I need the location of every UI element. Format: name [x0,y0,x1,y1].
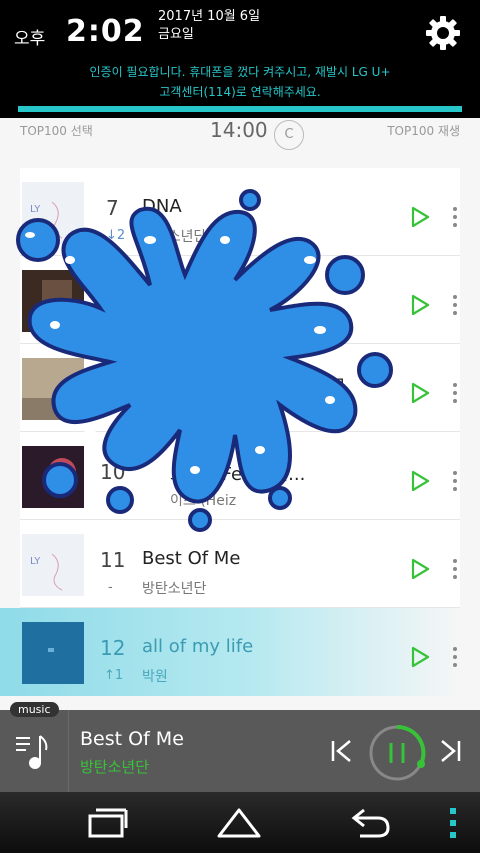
track-title: Best Of Me [142,548,241,569]
now-playing-artist: 방탄소년단 [80,758,150,776]
rank-change: - [108,580,113,595]
system-navigation-bar [0,792,480,853]
pause-icon[interactable] [368,724,426,782]
more-icon[interactable] [452,470,458,492]
previous-icon[interactable] [330,738,354,764]
more-icon[interactable] [452,646,458,668]
more-icon[interactable] [452,206,458,228]
notice-bar [18,106,462,112]
track-artist: 박원 [142,669,168,685]
mini-player[interactable]: music Best Of Me 방탄소년단 [0,702,480,792]
play-icon[interactable] [410,558,430,580]
track-artist: 방탄소년단 [142,581,207,597]
next-icon[interactable] [438,738,462,764]
water-splash-overlay [16,189,393,532]
play-icon[interactable] [410,470,430,492]
svg-text:LY: LY [30,556,41,567]
auth-message-line: 인증이 필요합니다. 휴대폰을 껐다 켜주시고, 재발시 LG U+ [89,65,391,79]
gear-icon[interactable] [424,14,462,52]
play-icon[interactable] [410,646,430,668]
clock-ampm: 오후 [14,29,46,49]
album-art [22,622,84,684]
chart-header: TOP100 선택 14:00 C TOP100 재생 [0,118,480,150]
home-icon[interactable] [216,804,262,840]
now-playing-title: Best Of Me [80,728,184,750]
date-line: 2017년 10월 6일 [158,9,261,24]
divider [68,710,69,792]
play-icon[interactable] [410,294,430,316]
music-note-icon[interactable] [14,732,54,772]
more-icon[interactable] [452,382,458,404]
clock-date: 2017년 10월 6일 금요일 [158,8,260,44]
auth-notice-overlay: 오후 2:02 2017년 10월 6일 금요일 인증이 필요합니다. 휴대폰을… [0,0,480,118]
more-icon[interactable] [452,558,458,580]
track-rank: 12 [100,636,126,660]
screen: 오후 2:02 2017년 10월 6일 금요일 인증이 필요합니다. 휴대폰을… [0,0,480,853]
back-icon[interactable] [350,806,392,840]
auth-message-line: 고객센터(114)로 연락해주세요. [159,85,321,99]
weekday-line: 금요일 [158,27,194,42]
play-icon[interactable] [410,206,430,228]
rank-change: ↑1 [104,668,124,683]
music-tag: music [10,702,59,717]
track-rank: 11 [100,548,126,572]
refresh-icon[interactable]: C [274,120,304,150]
recent-apps-icon[interactable] [86,806,128,840]
top100-select-button[interactable]: TOP100 선택 [20,122,93,139]
track-row-selected[interactable]: 12 ↑1 all of my life 박원 [0,608,460,696]
clock-time: 2:02 [66,14,145,49]
auth-message: 인증이 필요합니다. 휴대폰을 껐다 켜주시고, 재발시 LG U+ 고객센터(… [0,62,480,102]
track-title: all of my life [142,636,254,657]
more-icon[interactable] [452,294,458,316]
chart-time: 14:00 [210,118,268,142]
top100-play-button[interactable]: TOP100 재생 [387,122,460,139]
menu-dots-icon[interactable] [448,806,458,840]
play-icon[interactable] [410,382,430,404]
